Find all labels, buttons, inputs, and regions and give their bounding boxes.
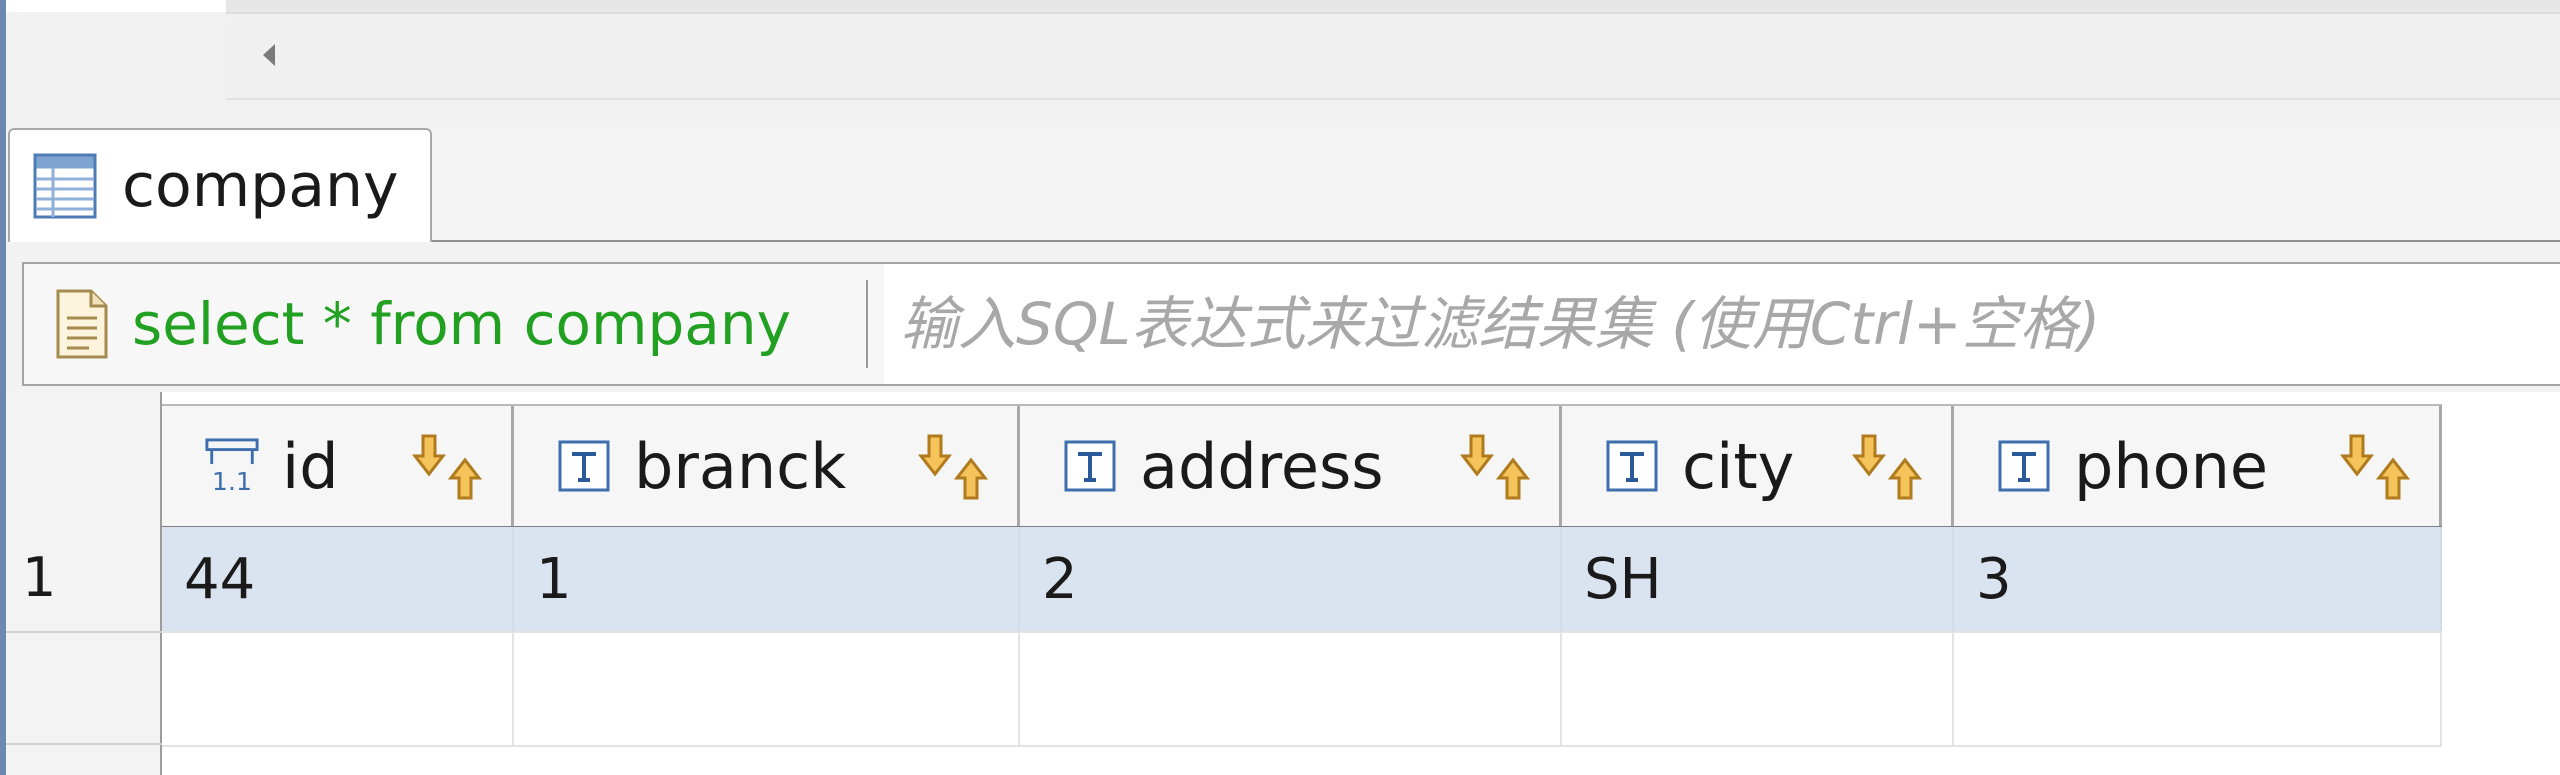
column-header-phone[interactable]: phone <box>1954 406 2442 526</box>
tab-company[interactable]: company <box>8 128 432 242</box>
horizontal-scrollbar[interactable] <box>226 22 2560 100</box>
sql-query-text: select * from company <box>132 290 791 358</box>
column-name: phone <box>2074 429 2269 503</box>
column-header-city[interactable]: city <box>1562 406 1954 526</box>
cell-city[interactable]: SH <box>1562 527 1954 631</box>
column-header-branck[interactable]: branck <box>514 406 1020 526</box>
svg-text:1.1: 1.1 <box>212 467 252 496</box>
numeric-type-icon: 1.1 <box>204 436 260 496</box>
table-icon <box>32 151 98 221</box>
row-number[interactable]: 1 <box>22 546 56 609</box>
empty-cell[interactable] <box>162 633 514 745</box>
document-icon <box>54 286 110 362</box>
text-type-icon <box>556 436 612 496</box>
grid-header-row: 1.1 id branck address city phone <box>162 404 2442 529</box>
column-name: branck <box>634 429 847 503</box>
scrollbar-divider <box>226 98 2560 100</box>
filter-input[interactable] <box>880 266 2540 382</box>
empty-cell[interactable] <box>514 633 1020 745</box>
empty-table-row[interactable] <box>162 631 2442 747</box>
sort-icon[interactable] <box>409 432 487 502</box>
sort-icon[interactable] <box>915 432 993 502</box>
sort-icon[interactable] <box>2337 432 2415 502</box>
sort-icon[interactable] <box>1457 432 1535 502</box>
row-number-divider <box>6 631 162 633</box>
cell-address[interactable]: 2 <box>1020 527 1562 631</box>
empty-cell[interactable] <box>1020 633 1562 745</box>
cell-branck[interactable]: 1 <box>514 527 1020 631</box>
table-row[interactable]: 44 1 2 SH 3 <box>162 527 2442 631</box>
empty-cell[interactable] <box>1562 633 1954 745</box>
sort-icon[interactable] <box>1849 432 1927 502</box>
top-editor-edge <box>226 0 2560 14</box>
column-name: address <box>1140 429 1384 503</box>
row-number-divider <box>6 743 162 745</box>
column-header-id[interactable]: 1.1 id <box>162 406 514 526</box>
filter-separator <box>866 280 868 368</box>
text-type-icon <box>1604 436 1660 496</box>
sql-query-display: select * from company <box>24 264 884 384</box>
text-type-icon <box>1996 436 2052 496</box>
tab-label: company <box>122 151 399 221</box>
top-corner <box>6 0 226 12</box>
empty-cell[interactable] <box>1954 633 2442 745</box>
result-panel: company select * from company 输入SQL表达式来过… <box>0 0 2560 775</box>
column-header-address[interactable]: address <box>1020 406 1562 526</box>
column-name: id <box>282 429 339 503</box>
scroll-left-arrow-icon[interactable] <box>254 40 284 70</box>
cell-id[interactable]: 44 <box>162 527 514 631</box>
cell-phone[interactable]: 3 <box>1954 527 2442 631</box>
column-name: city <box>1682 429 1795 503</box>
text-type-icon <box>1062 436 1118 496</box>
